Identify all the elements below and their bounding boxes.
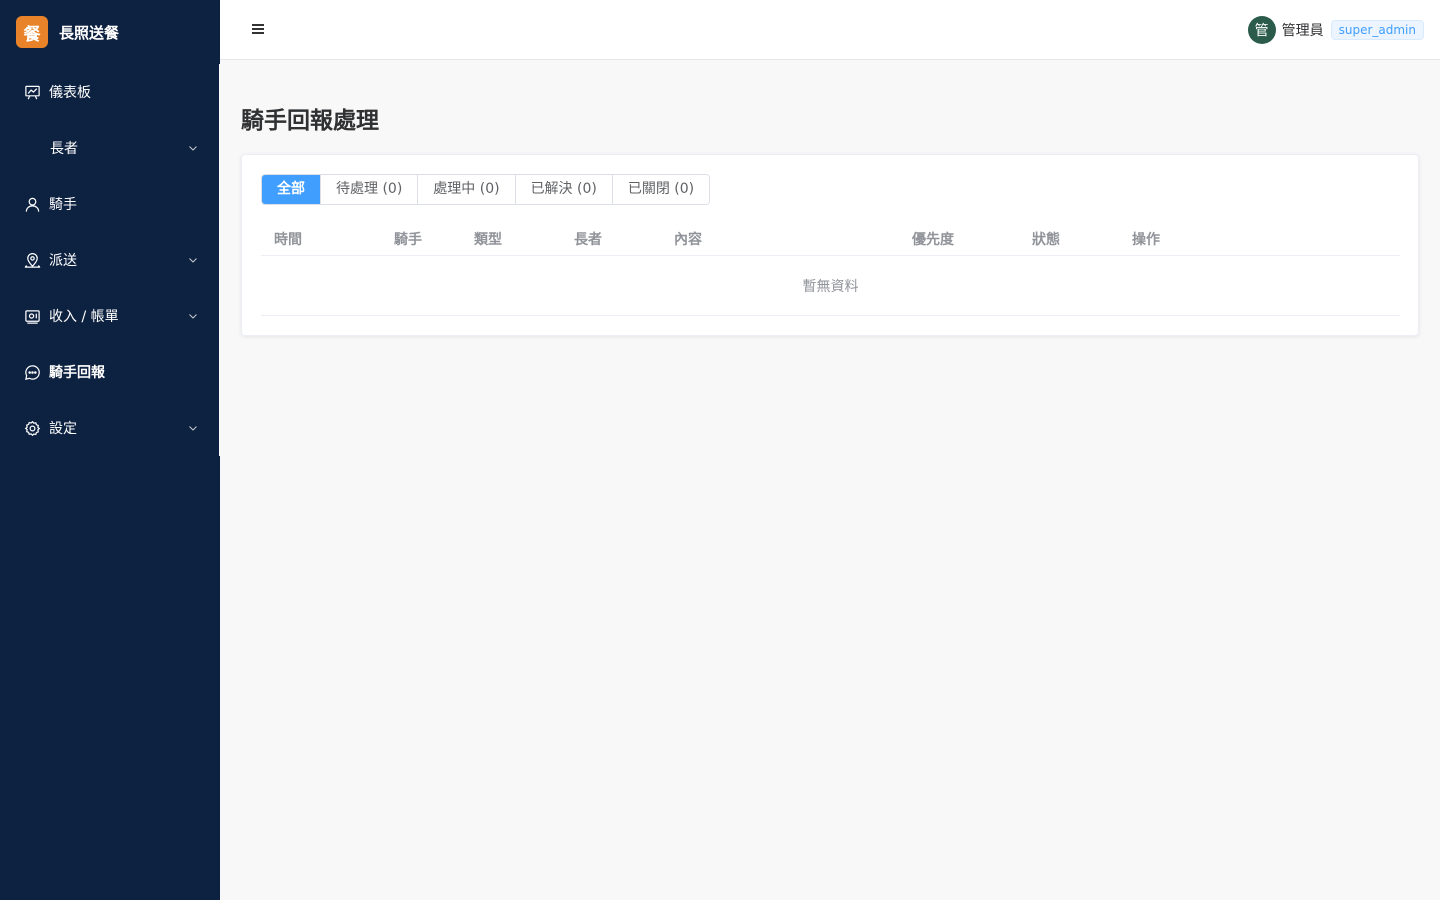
table-empty-state: 暫無資料 — [261, 256, 1400, 316]
gear-icon — [23, 419, 41, 437]
top-header: 管 管理員 super_admin — [220, 0, 1440, 60]
sidebar-item-elders[interactable]: 長者 — [0, 120, 220, 176]
sidebar-item-label: 派送 — [49, 253, 77, 269]
sidebar: 餐 長照送餐 儀表板 長者 騎手 派送 收入 / 帳單 騎手回報 設定 — [0, 0, 220, 900]
brand-logo: 餐 — [16, 16, 48, 48]
sidebar-item-income[interactable]: 收入 / 帳單 — [0, 288, 220, 344]
chevron-down-icon — [189, 146, 197, 151]
column-header-status[interactable]: 狀態 — [1032, 229, 1060, 249]
table-header: 時間 騎手 類型 長者 內容 優先度 狀態 操作 — [261, 219, 1400, 256]
sidebar-item-label: 長者 — [50, 141, 78, 157]
sidebar-item-label: 騎手 — [49, 197, 77, 213]
hamburger-icon[interactable] — [252, 24, 264, 36]
sidebar-item-dashboard[interactable]: 儀表板 — [0, 64, 220, 120]
column-header-elder[interactable]: 長者 — [574, 229, 602, 249]
tab-closed[interactable]: 已關閉 (0) — [611, 175, 710, 204]
location-icon — [23, 251, 41, 269]
sidebar-item-label: 儀表板 — [49, 85, 91, 101]
avatar[interactable]: 管 — [1247, 16, 1276, 44]
sidebar-item-label: 收入 / 帳單 — [49, 309, 119, 325]
tab-processing[interactable]: 處理中 (0) — [417, 175, 515, 204]
reports-card: 全部 待處理 (0) 處理中 (0) 已解決 (0) 已關閉 (0) 時間 騎手… — [241, 154, 1419, 336]
column-header-type[interactable]: 類型 — [474, 229, 502, 249]
tab-all[interactable]: 全部 — [262, 175, 320, 204]
brand[interactable]: 餐 長照送餐 — [0, 0, 220, 64]
user-icon — [23, 195, 41, 213]
chevron-down-icon — [189, 314, 197, 319]
sidebar-item-label: 設定 — [49, 421, 77, 437]
column-header-priority[interactable]: 優先度 — [912, 229, 954, 249]
sidebar-item-riders[interactable]: 騎手 — [0, 176, 220, 232]
wallet-icon — [23, 307, 41, 325]
chevron-down-icon — [189, 258, 197, 263]
user-menu[interactable]: 管 管理員 super_admin — [1247, 16, 1424, 44]
tab-resolved[interactable]: 已解決 (0) — [514, 175, 612, 204]
status-filter-tabs: 全部 待處理 (0) 處理中 (0) 已解決 (0) 已關閉 (0) — [261, 174, 711, 205]
column-header-actions: 操作 — [1132, 232, 1160, 248]
sidebar-item-settings[interactable]: 設定 — [0, 400, 220, 456]
user-name: 管理員 — [1281, 23, 1324, 39]
column-header-rider[interactable]: 騎手 — [394, 229, 422, 249]
reports-table: 時間 騎手 類型 長者 內容 優先度 狀態 操作 暫無資料 — [261, 219, 1400, 316]
sidebar-menu: 儀表板 長者 騎手 派送 收入 / 帳單 騎手回報 設定 — [0, 64, 220, 456]
tab-pending[interactable]: 待處理 (0) — [320, 175, 418, 204]
sidebar-item-label: 騎手回報 — [49, 365, 105, 381]
sidebar-item-rider-reports[interactable]: 騎手回報 — [0, 344, 220, 400]
page-title: 騎手回報處理 — [241, 108, 379, 134]
column-header-content[interactable]: 內容 — [674, 229, 702, 249]
chevron-down-icon — [189, 426, 197, 431]
chat-icon — [23, 363, 41, 381]
brand-name: 長照送餐 — [59, 23, 120, 42]
column-header-time[interactable]: 時間 — [274, 229, 302, 249]
sidebar-item-dispatch[interactable]: 派送 — [0, 232, 220, 288]
dashboard-icon — [23, 83, 41, 101]
sidebar-edge — [219, 64, 220, 456]
role-badge: super_admin — [1330, 20, 1424, 40]
